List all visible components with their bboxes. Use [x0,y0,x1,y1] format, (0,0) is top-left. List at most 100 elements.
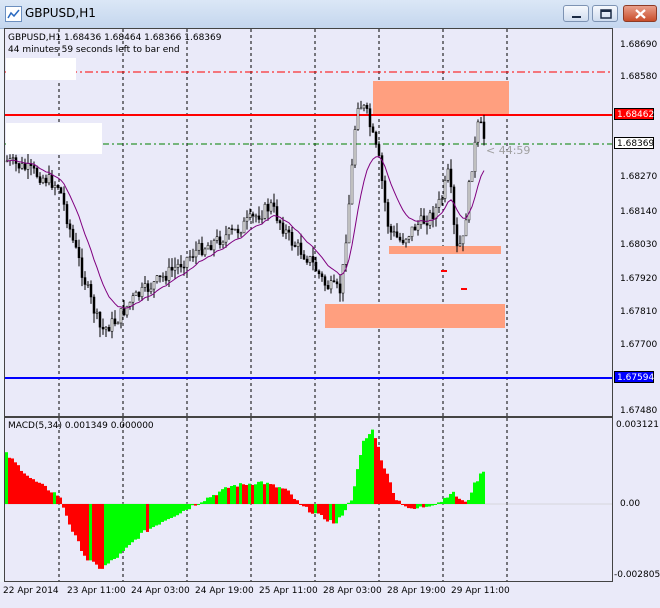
macd-bar-falling [461,500,464,504]
price-tick: 1.68690 [620,40,658,50]
candle-body [20,163,24,169]
demand-zone [325,304,505,328]
terminal-window: GBPUSD,H1 GBPUSD,H1 1.68436 1.68464 1.68… [0,0,660,608]
macd-bar-rising [467,499,470,504]
macd-bar-falling [245,485,248,504]
candle-body [194,249,198,258]
macd-bar-falling [455,496,458,504]
macd-bar-falling [242,484,245,504]
candle-body [110,318,114,332]
macd-bar-rising [479,473,482,504]
macd-bar-rising [431,504,434,506]
candle-body [146,283,150,292]
macd-panel[interactable] [4,417,613,582]
macd-bar-rising [203,501,206,504]
candle-body [50,174,54,188]
macd-bar-falling [458,498,461,504]
candle-body [320,273,324,277]
candle-body [59,187,63,194]
macd-bar-falling [401,504,404,505]
signal-marker [441,270,447,272]
label-box [6,58,76,80]
macd-bar-rising [230,485,233,504]
candle-body [353,129,357,166]
macd-bar-rising [185,504,188,510]
macd-bar-falling [290,494,293,504]
macd-bar-rising [371,429,374,504]
macd-bar-rising [266,482,269,504]
price-tick: 1.68270 [620,172,658,182]
candle-body [416,224,420,231]
candle-body [221,241,225,245]
macd-bar-falling [236,486,239,504]
supply-zone [373,81,509,115]
macd-bar-falling [305,504,308,507]
macd-bar-falling [281,488,284,504]
macd-bar-rising [113,504,116,560]
candle-body [53,185,57,188]
macd-bar-falling [95,504,98,565]
macd-bar-rising [419,504,422,507]
candle-body [374,131,378,145]
candle-body [440,198,444,200]
maximize-icon [600,9,612,19]
macd-bar-falling [332,504,335,524]
macd-bar-falling [272,484,275,504]
current-price-tag: 1.68369 [614,137,654,149]
candle-body [344,242,348,265]
candle-body [359,107,363,110]
candle-body [224,234,228,243]
macd-bar-rising [446,497,449,504]
candle-body [317,270,321,275]
candle-body [470,171,474,183]
candle-body [278,220,282,224]
macd-bar-rising [182,504,185,511]
macd-bar-rising [143,504,146,531]
macd-bar-rising [278,487,281,504]
macd-bar-rising [476,481,479,504]
candle-body [296,242,300,247]
macd-bar-rising [218,491,221,504]
candle-body [167,266,171,281]
price-chart-canvas[interactable] [5,29,612,416]
macd-bar-falling [35,481,38,504]
macd-bar-falling [320,504,323,516]
macd-bar-falling [98,504,101,569]
maximize-button[interactable] [592,5,618,22]
close-button[interactable] [623,5,657,22]
macd-canvas[interactable] [5,418,612,581]
title-bar[interactable]: GBPUSD,H1 [0,0,660,29]
candle-body [368,108,372,128]
macd-bar-falling [326,504,329,522]
candle-body [155,275,159,283]
window-title: GBPUSD,H1 [25,6,96,20]
candle-body [119,308,123,324]
candle-body [266,203,270,212]
candle-body [428,212,432,226]
macd-bar-rising [440,501,443,504]
macd-bar-rising [347,502,350,504]
macd-bar-rising [197,504,200,505]
macd-bar-rising [125,504,128,548]
macd-bar-rising [344,504,347,511]
bar-countdown: 44 minutes 59 seconds left to bar end [8,45,180,55]
price-tick: 1.67700 [620,340,658,350]
macd-bar-rising [341,504,344,516]
minimize-button[interactable] [563,5,589,22]
macd-bar-falling [59,497,62,504]
macd-bar-rising [329,504,332,521]
macd-bar-falling [8,457,11,504]
candle-body [461,235,465,245]
candle-body [26,163,30,170]
chart-window-icon[interactable] [5,6,22,22]
candle-body [176,263,180,268]
macd-bar-rising [152,504,155,528]
price-chart[interactable] [4,28,613,417]
candle-body [425,223,429,226]
candle-body [56,185,60,188]
macd-bar-falling [308,504,311,513]
macd-bar-falling [80,504,83,551]
macd-bar-rising [158,504,161,525]
candle-body [152,281,156,290]
candle-body [185,257,189,268]
